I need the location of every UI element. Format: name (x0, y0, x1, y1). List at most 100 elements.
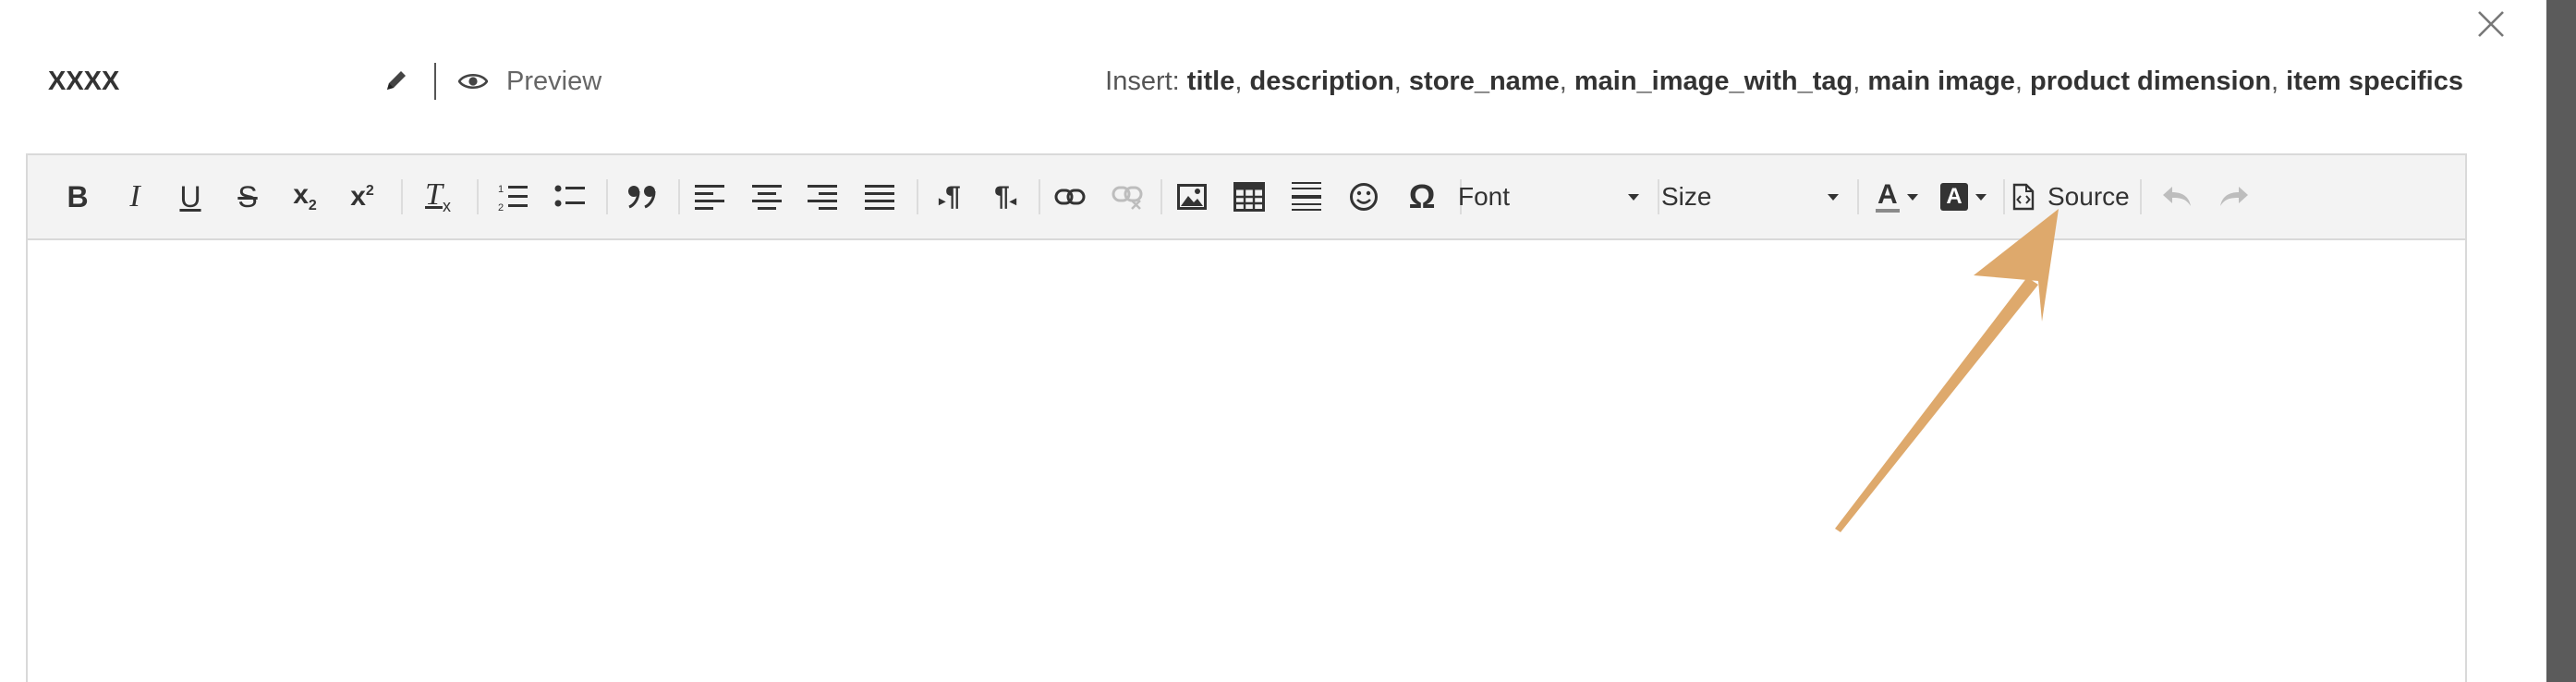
omega-icon: Ω (1408, 177, 1436, 215)
subscript-icon: x2 (293, 179, 317, 213)
horizontal-line-icon (1292, 182, 1321, 211)
remove-format-button[interactable]: Tx (408, 176, 468, 218)
underline-button[interactable]: U (170, 176, 211, 218)
insert-token-description[interactable]: description (1249, 67, 1393, 96)
editor-content-area[interactable] (28, 240, 2465, 682)
insert-token-main-image[interactable]: main image (1867, 67, 2015, 96)
font-select-label: Font (1458, 182, 1511, 211)
source-button[interactable]: Source (2012, 176, 2130, 218)
dialog-header: XXXX Preview Insert: title, description,… (0, 54, 2495, 109)
image-icon (1177, 184, 1207, 210)
underline-icon: U (179, 179, 201, 213)
background-color-icon: A (1940, 183, 1968, 211)
preview-button[interactable]: Preview (458, 63, 601, 100)
insert-token-item-specifics[interactable]: item specifics (2286, 67, 2463, 96)
toolbar-separator (917, 179, 918, 214)
strikethrough-icon: S (237, 179, 258, 213)
toolbar-separator (1039, 179, 1040, 214)
align-justify-icon (865, 185, 894, 210)
size-select[interactable]: Size (1659, 176, 1841, 218)
align-center-icon (752, 185, 782, 210)
close-icon (2478, 11, 2504, 37)
text-color-button[interactable]: A (1876, 176, 1918, 218)
italic-icon: I (129, 179, 140, 213)
toolbar-separator (2003, 179, 2005, 214)
insert-token-product-dimension[interactable]: product dimension (2030, 67, 2271, 96)
align-justify-button[interactable] (859, 176, 900, 218)
table-icon (1233, 182, 1265, 212)
source-code-icon (2012, 183, 2035, 211)
superscript-button[interactable]: x2 (340, 176, 384, 218)
italic-button[interactable]: I (115, 176, 155, 218)
special-character-button[interactable]: Ω (1401, 176, 1443, 218)
rtl-icon: ¶◂ (994, 181, 1016, 212)
link-icon (1054, 189, 1086, 205)
table-button[interactable] (1229, 176, 1270, 218)
text-color-icon: A (1876, 181, 1900, 213)
chevron-down-icon (1906, 193, 1918, 201)
background-color-button[interactable]: A (1940, 176, 1987, 218)
redo-icon (2220, 187, 2248, 206)
page-scrollbar[interactable] (2546, 0, 2576, 682)
bold-button[interactable]: B (57, 176, 98, 218)
bulleted-list-button[interactable] (549, 176, 591, 218)
preview-label: Preview (506, 66, 602, 96)
source-label: Source (2047, 182, 2130, 211)
bold-icon: B (67, 179, 89, 213)
chevron-down-icon (1628, 193, 1639, 201)
insert-token-title[interactable]: title (1187, 67, 1235, 96)
unlink-icon (1112, 186, 1143, 210)
redo-button[interactable] (2214, 176, 2254, 218)
editor-dialog: XXXX Preview Insert: title, description,… (0, 0, 2576, 682)
smiley-icon (1350, 183, 1378, 211)
toolbar-separator (477, 179, 479, 214)
image-button[interactable] (1172, 176, 1212, 218)
horizontal-line-button[interactable] (1286, 176, 1327, 218)
align-right-button[interactable] (802, 176, 843, 218)
remove-format-icon: Tx (425, 177, 451, 215)
pencil-icon (387, 71, 406, 90)
insert-label: Insert: (1105, 67, 1180, 96)
font-select[interactable]: Font (1456, 176, 1641, 218)
ltr-icon: ▸¶ (939, 181, 961, 212)
chevron-down-icon (1975, 193, 1987, 201)
insert-placeholders: Insert: title, description, store_name, … (1105, 67, 2463, 96)
subscript-button[interactable]: x2 (283, 176, 327, 218)
quote-icon (628, 186, 656, 209)
strikethrough-button[interactable]: S (227, 176, 268, 218)
svg-text:2: 2 (498, 202, 504, 213)
superscript-icon: x2 (350, 181, 374, 212)
numbered-list-button[interactable]: 1 2 (492, 176, 534, 218)
toolbar-separator (678, 179, 680, 214)
svg-text:1: 1 (498, 184, 504, 195)
unlink-button[interactable] (1107, 176, 1148, 218)
undo-icon (2163, 187, 2191, 206)
toolbar-separator (401, 179, 403, 214)
insert-token-store-name[interactable]: store_name (1409, 67, 1560, 96)
text-direction-ltr-button[interactable]: ▸¶ (930, 176, 970, 218)
emoji-button[interactable] (1343, 176, 1384, 218)
blockquote-button[interactable] (621, 176, 663, 218)
toolbar-separator (1857, 179, 1859, 214)
toolbar-separator (1160, 179, 1162, 214)
edit-name-button[interactable] (383, 67, 410, 94)
undo-button[interactable] (2157, 176, 2197, 218)
align-center-button[interactable] (747, 176, 787, 218)
editor-toolbar: B I U S x2 x2 Tx 1 2 ▸¶ ¶◂ Ω Font Size A… (28, 155, 2465, 240)
header-divider (434, 63, 436, 100)
text-direction-rtl-button[interactable]: ¶◂ (985, 176, 1026, 218)
close-button[interactable] (2471, 4, 2511, 44)
bulleted-list-icon (554, 185, 585, 207)
insert-token-main-image-with-tag[interactable]: main_image_with_tag (1574, 67, 1853, 96)
rich-text-editor: B I U S x2 x2 Tx 1 2 ▸¶ ¶◂ Ω Font Size A… (26, 153, 2467, 682)
align-left-button[interactable] (689, 176, 730, 218)
toolbar-separator (606, 179, 608, 214)
chevron-down-icon (1828, 193, 1839, 201)
size-select-label: Size (1661, 182, 1712, 211)
toolbar-separator (2140, 179, 2142, 214)
template-name: XXXX (48, 67, 120, 96)
numbered-list-icon: 1 2 (498, 184, 528, 213)
align-left-icon (695, 185, 724, 210)
eye-icon (458, 73, 488, 90)
link-button[interactable] (1050, 176, 1090, 218)
